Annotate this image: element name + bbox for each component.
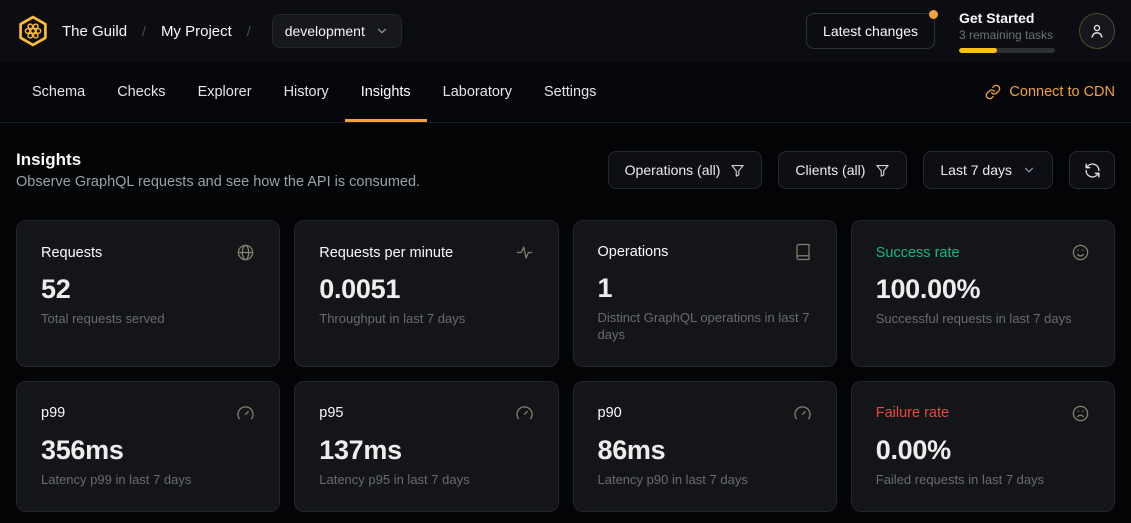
stat-value: 356ms [41,435,255,466]
page-head: Insights Observe GraphQL requests and se… [16,150,1115,190]
stat-title: Requests per minute [319,245,453,261]
chevron-down-icon [375,24,389,38]
get-started-widget[interactable]: Get Started 3 remaining tasks [959,10,1055,53]
stat-card-requests-per-minute[interactable]: Requests per minute 0.0051 Throughput in… [294,220,558,367]
nav-tabs: Schema Checks Explorer History Insights … [16,62,612,122]
tab-insights[interactable]: Insights [345,62,427,122]
gauge-icon [793,404,812,423]
filters-toolbar: Operations (all) Clients (all) Last 7 da… [608,151,1115,189]
page-titles: Insights Observe GraphQL requests and se… [16,150,420,190]
activity-icon [515,243,534,262]
funnel-icon [730,163,745,178]
tab-label: Explorer [198,84,252,100]
funnel-icon [875,163,890,178]
stat-title: Operations [598,244,669,260]
link-icon [985,84,1001,100]
clients-filter-label: Clients (all) [795,162,865,178]
user-avatar[interactable] [1079,13,1115,49]
stat-value: 86ms [598,435,812,466]
person-icon [1088,22,1106,40]
gauge-icon [515,404,534,423]
latest-changes-button[interactable]: Latest changes [806,13,935,49]
stat-title: Failure rate [876,405,949,421]
stat-cards-grid: Requests 52 Total requests served Reques… [16,220,1115,512]
stat-title: p90 [598,405,622,421]
stat-title: p95 [319,405,343,421]
stat-card-failure-rate[interactable]: Failure rate 0.00% Failed requests in la… [851,381,1115,512]
tab-label: History [284,84,329,100]
top-header: The Guild / My Project / development Lat… [0,0,1131,62]
stat-card-success-rate[interactable]: Success rate 100.00% Successful requests… [851,220,1115,367]
latest-changes-label: Latest changes [823,23,918,39]
stat-description: Successful requests in last 7 days [876,311,1090,328]
breadcrumb-project[interactable]: My Project [161,23,232,40]
insights-page: Insights Observe GraphQL requests and se… [0,150,1131,512]
stat-description: Latency p99 in last 7 days [41,472,255,489]
breadcrumb-separator: / [244,23,254,39]
stat-description: Latency p90 in last 7 days [598,472,812,489]
stat-card-p95[interactable]: p95 137ms Latency p95 in last 7 days [294,381,558,512]
operations-filter-button[interactable]: Operations (all) [608,151,763,189]
page-title: Insights [16,150,420,170]
smile-icon [1071,243,1090,262]
get-started-remaining: 3 remaining tasks [959,28,1055,42]
stat-value: 52 [41,274,255,305]
stat-description: Total requests served [41,311,255,328]
tab-checks[interactable]: Checks [101,62,181,122]
connect-to-cdn-label: Connect to CDN [1009,84,1115,100]
stat-value: 137ms [319,435,533,466]
stat-description: Throughput in last 7 days [319,311,533,328]
stat-title: p99 [41,405,65,421]
stat-title: Requests [41,245,102,261]
get-started-title: Get Started [959,10,1055,26]
stat-description: Latency p95 in last 7 days [319,472,533,489]
hive-logo-icon[interactable] [16,14,50,48]
stat-title: Success rate [876,245,960,261]
breadcrumb-separator: / [139,23,149,39]
get-started-progressbar [959,48,1055,53]
tab-label: Checks [117,84,165,100]
period-select-button[interactable]: Last 7 days [923,151,1053,189]
tab-laboratory[interactable]: Laboratory [427,62,528,122]
period-select-label: Last 7 days [940,162,1012,178]
target-select-value: development [285,23,365,39]
header-actions: Latest changes Get Started 3 remaining t… [806,10,1115,53]
tab-explorer[interactable]: Explorer [182,62,268,122]
stat-description: Distinct GraphQL operations in last 7 da… [598,310,812,344]
book-icon [794,243,812,261]
frown-icon [1071,404,1090,423]
stat-value: 0.0051 [319,274,533,305]
chevron-down-icon [1022,163,1036,177]
clients-filter-button[interactable]: Clients (all) [778,151,907,189]
target-select[interactable]: development [272,14,402,48]
tab-history[interactable]: History [268,62,345,122]
globe-icon [236,243,255,262]
tab-label: Insights [361,84,411,100]
refresh-button[interactable] [1069,151,1115,189]
stat-card-requests[interactable]: Requests 52 Total requests served [16,220,280,367]
connect-to-cdn-link[interactable]: Connect to CDN [985,62,1115,122]
stat-description: Failed requests in last 7 days [876,472,1090,489]
gauge-icon [236,404,255,423]
tab-label: Laboratory [443,84,512,100]
stat-value: 0.00% [876,435,1090,466]
stat-value: 100.00% [876,274,1090,305]
stat-card-p99[interactable]: p99 356ms Latency p99 in last 7 days [16,381,280,512]
tab-label: Schema [32,84,85,100]
stat-card-p90[interactable]: p90 86ms Latency p90 in last 7 days [573,381,837,512]
notification-dot [929,10,938,19]
tab-schema[interactable]: Schema [16,62,101,122]
stat-value: 1 [598,273,812,304]
breadcrumb: The Guild / My Project / development [16,14,402,48]
breadcrumb-org[interactable]: The Guild [62,23,127,40]
tab-settings[interactable]: Settings [528,62,612,122]
project-nav: Schema Checks Explorer History Insights … [0,62,1131,123]
operations-filter-label: Operations (all) [625,162,721,178]
refresh-icon [1084,162,1101,179]
stat-card-operations[interactable]: Operations 1 Distinct GraphQL operations… [573,220,837,367]
get-started-progress-fill [959,48,997,53]
page-subtitle: Observe GraphQL requests and see how the… [16,174,420,190]
tab-label: Settings [544,84,596,100]
